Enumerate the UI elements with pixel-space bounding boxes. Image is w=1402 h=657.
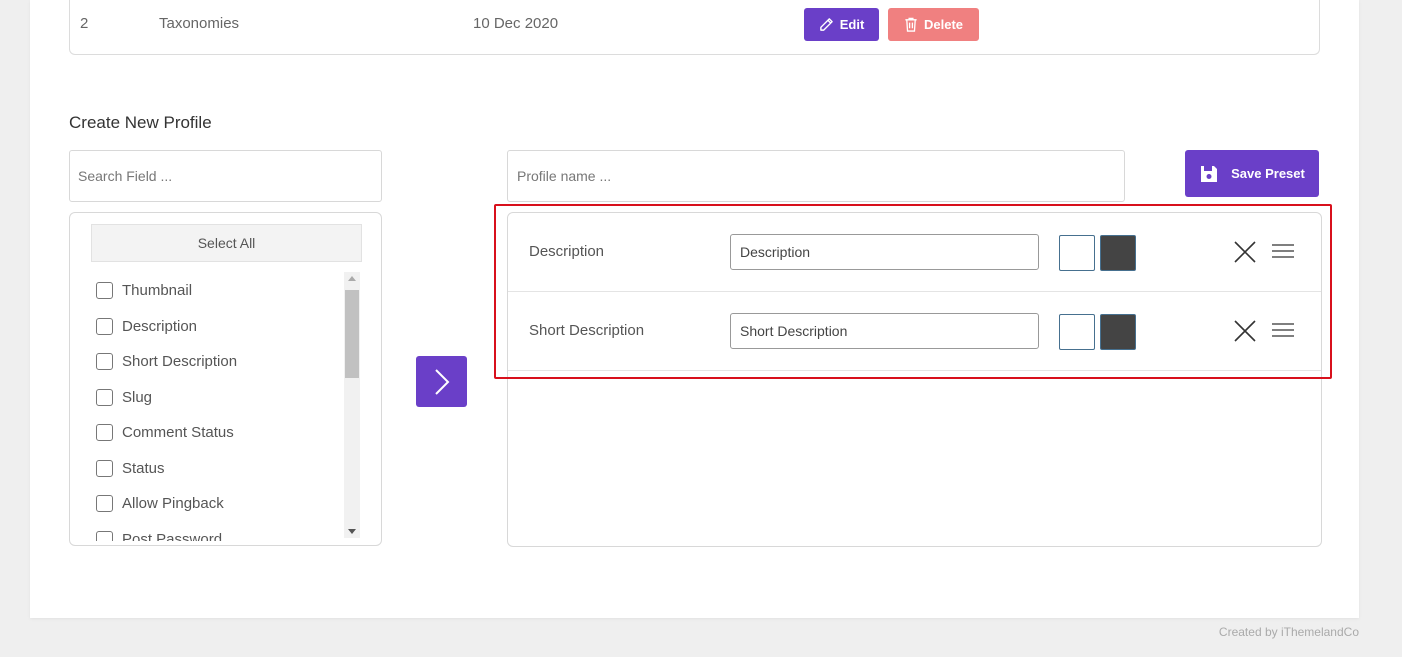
drag-handle-icon[interactable] — [1272, 244, 1294, 258]
delete-button[interactable]: Delete — [888, 8, 979, 41]
selected-fields-panel: Description Short Description — [507, 212, 1322, 547]
edit-button[interactable]: Edit — [804, 8, 879, 41]
delete-label: Delete — [923, 17, 964, 32]
checkbox[interactable] — [96, 424, 113, 442]
selected-field-label: Short Description — [529, 322, 645, 339]
row-number: 2 — [80, 15, 89, 32]
section-title: Create New Profile — [69, 113, 212, 132]
save-preset-button[interactable]: Save Preset — [1185, 150, 1319, 197]
chevron-right-icon — [434, 368, 449, 395]
checkbox[interactable] — [96, 459, 113, 477]
pencil-icon — [819, 18, 833, 31]
field-items: Thumbnail Description Short Description … — [96, 273, 336, 541]
row-date: 10 Dec 2020 — [473, 15, 559, 32]
background-color-swatch[interactable] — [1059, 314, 1095, 350]
checkbox[interactable] — [96, 388, 113, 406]
search-field-input[interactable] — [69, 150, 382, 202]
remove-field-icon[interactable] — [1234, 241, 1256, 263]
field-list-panel: Select All Thumbnail Description Short D… — [69, 212, 382, 546]
trash-icon — [905, 17, 917, 32]
edit-label: Edit — [839, 17, 865, 32]
field-list-scrollbar[interactable] — [344, 272, 360, 538]
field-title-input[interactable] — [730, 313, 1039, 349]
select-all-button[interactable]: Select All — [91, 224, 362, 262]
field-item[interactable]: Short Description — [96, 344, 336, 380]
profiles-table: 2 Taxonomies 10 Dec 2020 Edit Delete — [69, 0, 1320, 55]
field-item[interactable]: Status — [96, 451, 336, 487]
field-item[interactable]: Thumbnail — [96, 273, 336, 309]
field-title-input[interactable] — [730, 234, 1039, 270]
checkbox[interactable] — [96, 353, 113, 371]
checkbox[interactable] — [96, 530, 113, 541]
save-preset-label: Save Preset — [1231, 166, 1305, 181]
profile-name-input[interactable] — [507, 150, 1125, 202]
field-item[interactable]: Slug — [96, 380, 336, 416]
field-item[interactable]: Comment Status — [96, 415, 336, 451]
checkbox[interactable] — [96, 495, 113, 513]
drag-handle-icon[interactable] — [1272, 323, 1294, 337]
selected-field-label: Description — [529, 243, 605, 260]
scroll-thumb[interactable] — [345, 290, 359, 378]
remove-field-icon[interactable] — [1234, 320, 1256, 342]
selected-field-row: Description — [508, 213, 1321, 292]
background-color-swatch[interactable] — [1059, 235, 1095, 271]
text-color-swatch[interactable] — [1100, 314, 1136, 350]
checkbox[interactable] — [96, 282, 113, 300]
add-fields-button[interactable] — [416, 356, 467, 407]
footer-credit: Created by iThemelandCo — [1218, 625, 1359, 639]
field-item[interactable]: Post Password — [96, 522, 336, 541]
row-name: Taxonomies — [159, 15, 240, 32]
checkbox[interactable] — [96, 317, 113, 335]
floppy-disk-icon — [1201, 165, 1218, 182]
scroll-up-arrow-icon[interactable] — [348, 276, 356, 281]
selected-field-row: Short Description — [508, 292, 1321, 371]
field-item[interactable]: Allow Pingback — [96, 486, 336, 522]
scroll-down-arrow-icon[interactable] — [348, 529, 356, 534]
field-item[interactable]: Description — [96, 309, 336, 345]
text-color-swatch[interactable] — [1100, 235, 1136, 271]
